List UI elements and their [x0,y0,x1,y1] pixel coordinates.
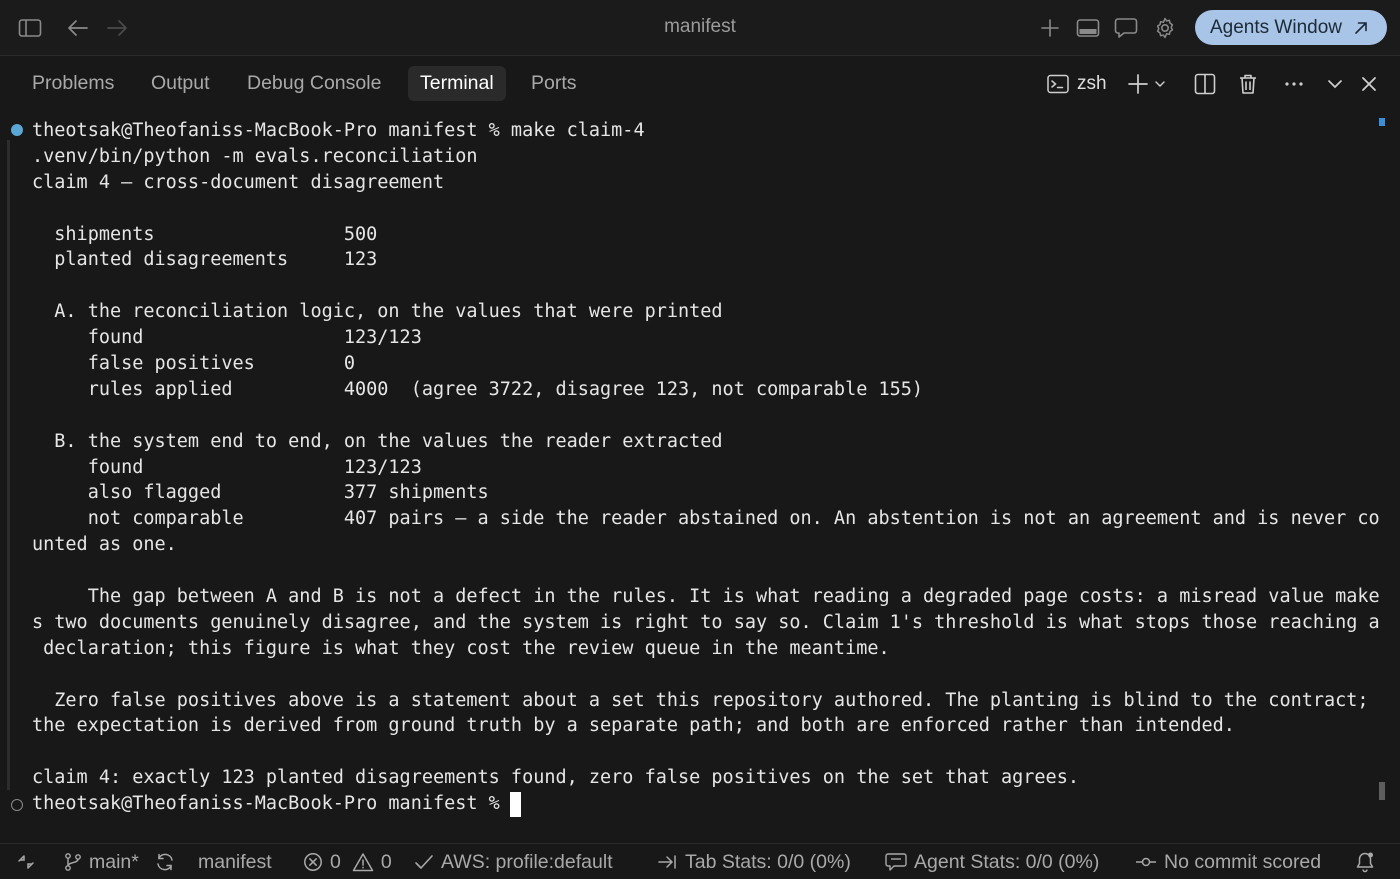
remote-icon [16,852,36,872]
commit-score[interactable]: No commit scored [1135,844,1321,879]
scrollbar-thumb[interactable] [1379,782,1385,800]
command-success-dot[interactable] [11,124,23,136]
agent-chat-icon [885,852,907,872]
commit-score-label: No commit scored [1164,850,1322,873]
terminal-line: the expectation is derived from ground t… [32,715,1235,737]
sync-icon[interactable] [154,844,176,879]
agent-stats[interactable]: Agent Stats: 0/0 (0%) [885,844,1099,879]
error-count: 0 [330,850,341,873]
terminal-line: not comparable 407 pairs — a side the re… [32,508,1380,530]
panel-layout-icon[interactable] [1074,14,1102,42]
chevron-down-icon[interactable] [1155,80,1165,88]
terminal-cursor [510,792,521,817]
chevron-down-icon[interactable] [1327,70,1343,98]
tab-stats[interactable]: Tab Stats: 0/0 (0%) [658,844,851,879]
window-title: manifest [664,16,736,37]
split-terminal-icon[interactable] [1194,70,1216,98]
terminal-line: The gap between A and B is not a defect … [32,586,1380,608]
plus-icon[interactable] [1036,14,1064,42]
aws-profile[interactable]: AWS: profile:default [414,844,613,879]
tab-debug-console[interactable]: Debug Console [235,66,393,101]
terminal-line: s two documents genuinely disagree, and … [32,611,1380,633]
terminal-line: .venv/bin/python -m evals.reconciliation [32,145,478,167]
git-branch-icon [64,852,82,872]
status-bar: main* manifest 0 0 AWS: profile:default … [0,843,1400,879]
panel-tab-bar: Problems Output Debug Console Terminal P… [0,57,1400,109]
warning-icon [352,852,374,872]
terminal-line: found 123/123 [32,456,422,478]
remote-indicator[interactable] [16,844,36,879]
problems-indicator[interactable]: 0 0 [303,844,392,879]
command-pending-dot[interactable] [11,799,23,811]
terminal-icon [1047,74,1069,94]
new-terminal-button[interactable] [1127,70,1165,98]
tab-key-icon [658,853,678,871]
terminal-line: false positives 0 [32,353,356,375]
command-gutter [7,140,10,790]
close-icon[interactable] [1361,70,1377,98]
arrow-right-icon[interactable] [103,14,131,42]
terminal-line: claim 4: exactly 123 planted disagreemen… [32,767,1079,789]
more-icon[interactable] [1284,70,1304,98]
terminal-line: theotsak@Theofaniss-MacBook-Pro manifest… [32,793,511,815]
notifications-bell-icon[interactable] [1355,844,1375,879]
branch-name: main* [89,850,139,873]
terminal-line: also flagged 377 shipments [32,482,489,504]
terminal-line: rules applied 4000 (agree 3722, disagree… [32,378,924,400]
terminal-line: Zero false positives above is a statemen… [32,689,1369,711]
terminal-line: shipments 500 [32,223,378,245]
terminal-line: planted disagreements 123 [32,249,378,271]
terminal-output[interactable]: theotsak@Theofaniss-MacBook-Pro manifest… [0,110,1400,843]
arrow-left-icon[interactable] [64,14,92,42]
terminal-line: claim 4 — cross-document disagreement [32,171,445,193]
terminal-line: A. the reconciliation logic, on the valu… [32,301,723,323]
sidebar-toggle-icon[interactable] [16,14,44,42]
tab-stats-label: Tab Stats: 0/0 (0%) [685,850,851,873]
tab-terminal[interactable]: Terminal [408,66,506,101]
folder-name[interactable]: manifest [198,844,272,879]
tab-output[interactable]: Output [139,66,222,101]
terminal-line: B. the system end to end, on the values … [32,430,723,452]
warning-count: 0 [380,850,392,873]
terminal-line: found 123/123 [32,327,422,349]
commit-icon [1135,855,1157,869]
tab-ports[interactable]: Ports [519,66,589,101]
agent-stats-label: Agent Stats: 0/0 (0%) [914,850,1100,873]
scrollbar-marker [1379,118,1385,126]
check-icon [414,853,434,871]
shell-label: zsh [1077,73,1107,94]
agents-window-button[interactable]: Agents Window [1195,10,1387,45]
title-bar: manifest Agents Window [0,0,1400,56]
agents-window-label: Agents Window [1210,16,1343,38]
plus-icon [1127,73,1149,95]
trash-icon[interactable] [1238,70,1258,98]
tab-problems[interactable]: Problems [20,66,126,101]
terminal-line: theotsak@Theofaniss-MacBook-Pro manifest… [32,120,645,141]
terminal-line: declaration; this figure is what they co… [32,637,890,659]
terminal-lines: theotsak@Theofaniss-MacBook-Pro manifest… [32,118,1382,817]
branch-indicator[interactable]: main* [64,844,139,879]
gear-icon[interactable] [1151,14,1179,42]
aws-profile-label: AWS: profile:default [441,850,613,873]
arrow-up-right-icon [1354,21,1368,35]
terminal-line: unted as one. [32,534,177,556]
terminal-shell-selector[interactable]: zsh [1047,70,1107,98]
error-icon [303,852,323,872]
chat-bubble-icon[interactable] [1112,14,1140,42]
